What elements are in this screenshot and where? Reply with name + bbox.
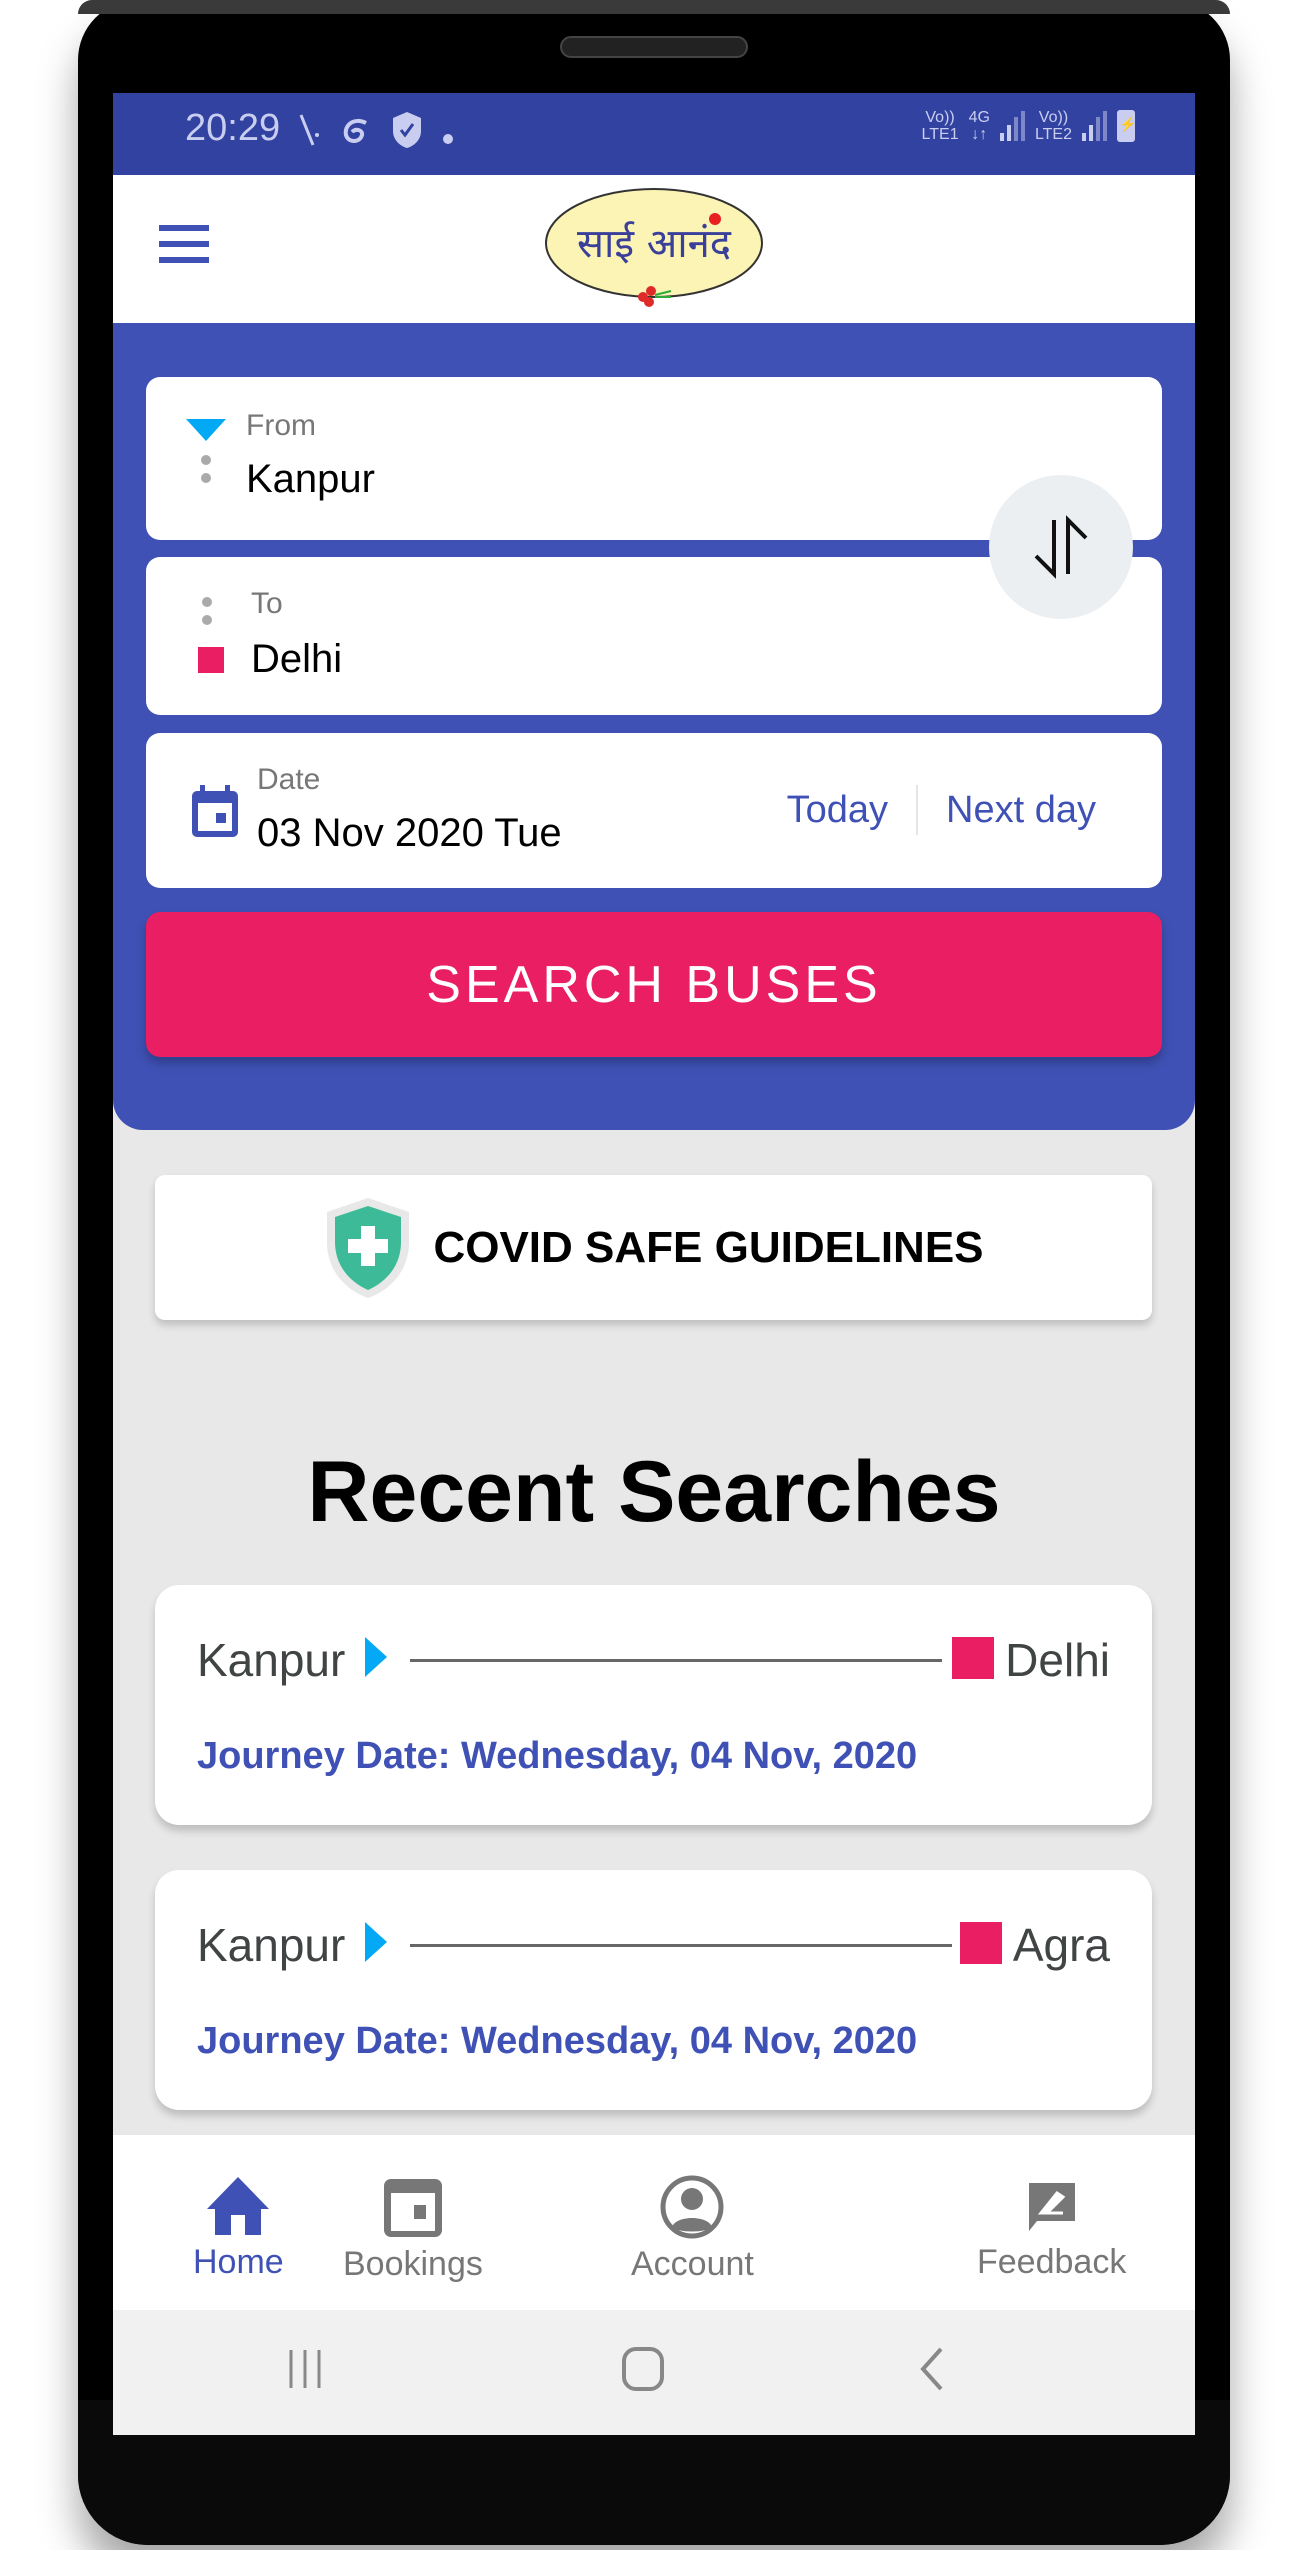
recent-search-item[interactable]: Kanpur Delhi Journey Date: Wednesday, 04… — [155, 1585, 1152, 1825]
earpiece-speaker — [560, 36, 748, 58]
calendar-icon — [192, 785, 238, 837]
date-value: 03 Nov 2020 Tue — [257, 811, 562, 855]
from-value: Kanpur — [246, 457, 375, 501]
origin-marker-icon — [186, 419, 226, 441]
route-dot — [201, 455, 211, 465]
medical-shield-icon — [327, 1197, 410, 1298]
swap-vertical-icon — [1034, 515, 1088, 579]
status-time: 20:29 — [185, 107, 281, 149]
screen: 20:29 Vo)) LTE1 4G ↓↑ Vo)) LTE2 ⚡ साई आन… — [113, 93, 1195, 2435]
date-field[interactable]: Date 03 Nov 2020 Tue Today Next day — [146, 733, 1162, 888]
recent-to: Delhi — [1005, 1634, 1110, 1686]
recent-from: Kanpur — [197, 1634, 346, 1686]
app-bar: साई आनंद — [113, 175, 1195, 323]
calendar-icon — [383, 2179, 442, 2237]
covid-guidelines-button[interactable]: COVID SAFE GUIDELINES — [155, 1175, 1152, 1320]
back-chevron-icon — [920, 2347, 943, 2391]
feedback-icon — [1028, 2183, 1075, 2231]
origin-arrow-icon — [365, 1922, 387, 1962]
recent-apps-button[interactable] — [285, 2346, 325, 2397]
bottom-navigation: Home Bookings Account Feedback — [113, 2135, 1195, 2310]
battery-charging-icon — [1117, 110, 1136, 142]
covid-guidelines-label: COVID SAFE GUIDELINES — [433, 1222, 984, 1272]
next-day-button[interactable]: Next day — [946, 789, 1096, 832]
recent-apps-icon — [289, 2350, 321, 2388]
destination-marker-icon — [198, 647, 224, 673]
sim2-indicator: Vo)) LTE2 — [1034, 109, 1072, 143]
route-dot — [202, 615, 212, 625]
hamburger-menu-icon[interactable] — [159, 225, 209, 263]
destination-marker-icon — [952, 1637, 994, 1679]
system-navigation-bar — [113, 2310, 1195, 2435]
date-label: Date — [257, 763, 321, 796]
recent-searches-heading: Recent Searches — [307, 1444, 1001, 1540]
destination-marker-icon — [960, 1922, 1002, 1964]
nav-feedback[interactable]: Feedback — [977, 2175, 1126, 2282]
status-bar: 20:29 Vo)) LTE1 4G ↓↑ Vo)) LTE2 ⚡ — [113, 93, 1195, 175]
home-circle-icon — [622, 2347, 664, 2391]
swap-button[interactable] — [989, 475, 1133, 619]
to-label: To — [251, 587, 283, 620]
dot-icon — [442, 116, 454, 153]
back-button[interactable] — [917, 2346, 947, 2397]
recent-search-item[interactable]: Kanpur Agra Journey Date: Wednesday, 04 … — [155, 1870, 1152, 2110]
shield-check-icon — [392, 111, 422, 157]
route-dot — [202, 597, 212, 607]
missed-call-icon — [298, 113, 320, 155]
brand-logo: साई आनंद — [543, 185, 765, 307]
from-label: From — [246, 409, 316, 442]
route-line — [410, 1944, 952, 1947]
nav-account[interactable]: Account — [631, 2175, 754, 2284]
route-line — [410, 1659, 942, 1662]
signal-strength-icon-2 — [1082, 111, 1107, 141]
status-system-icons: Vo)) LTE1 4G ↓↑ Vo)) LTE2 — [921, 109, 1137, 143]
divider — [916, 785, 919, 835]
recent-to: Agra — [1012, 1919, 1110, 1971]
origin-arrow-icon — [365, 1637, 387, 1677]
recent-from: Kanpur — [197, 1919, 346, 1971]
signal-strength-icon — [999, 111, 1025, 141]
route-dot — [201, 473, 211, 483]
search-buses-button[interactable]: SEARCH BUSES — [146, 912, 1162, 1057]
swirl-app-icon — [340, 116, 372, 153]
search-panel: From Kanpur To Delhi Date 03 Nov 2020 Tu… — [113, 323, 1195, 1130]
sim1-indicator: Vo)) LTE1 — [921, 109, 959, 143]
phone-top-edge — [78, 0, 1230, 14]
date-quick-actions: Today Next day — [787, 785, 1096, 835]
home-system-button[interactable] — [621, 2346, 665, 2397]
nav-home[interactable]: Home — [193, 2175, 284, 2282]
today-button[interactable]: Today — [787, 789, 888, 832]
nav-bookings[interactable]: Bookings — [343, 2175, 483, 2284]
logo-text: साई आनंद — [577, 221, 732, 267]
home-icon — [207, 2177, 270, 2235]
to-value: Delhi — [251, 637, 343, 681]
recent-journey-date: Journey Date: Wednesday, 04 Nov, 2020 — [197, 2020, 918, 2062]
status-notification-icons — [298, 111, 454, 157]
account-circle-icon — [660, 2175, 724, 2239]
recent-journey-date: Journey Date: Wednesday, 04 Nov, 2020 — [197, 1735, 918, 1777]
network-type-indicator: 4G ↓↑ — [968, 109, 990, 143]
